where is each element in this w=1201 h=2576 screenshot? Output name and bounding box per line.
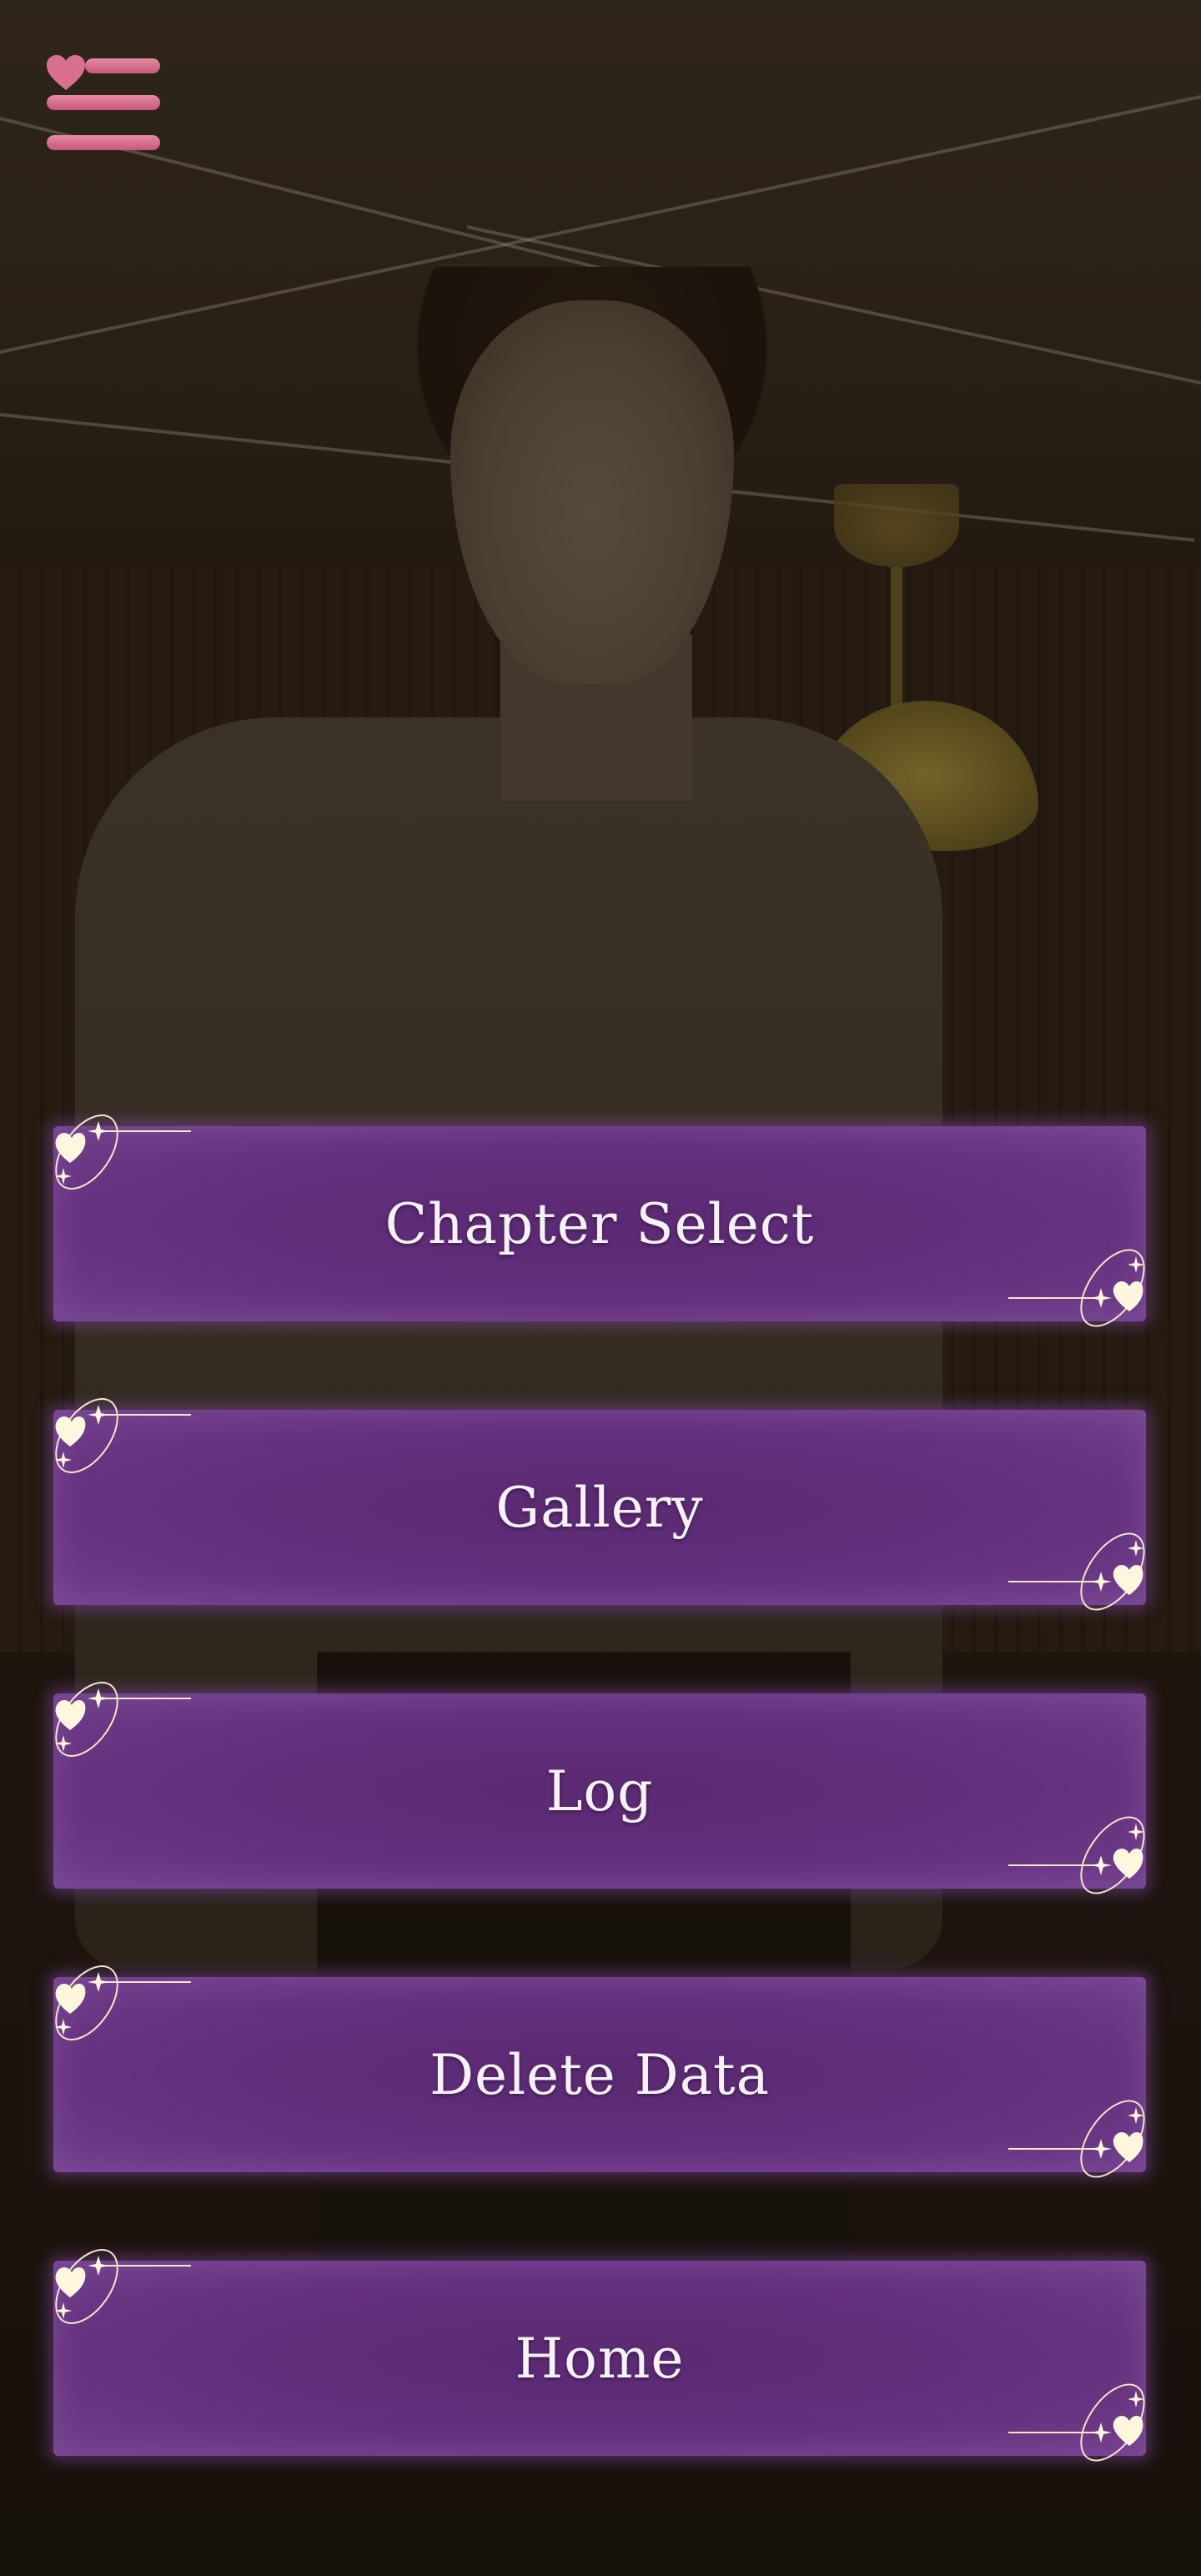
heart-sparkle-icon xyxy=(1008,2383,1145,2462)
heart-sparkle-icon xyxy=(1008,2100,1145,2178)
home-button[interactable]: Home xyxy=(53,2249,1146,2462)
heart-sparkle-icon xyxy=(55,1965,191,2040)
menu-item-label: Chapter Select xyxy=(384,1191,815,1256)
menu-line xyxy=(47,95,160,110)
menu-item-label: Gallery xyxy=(495,1475,704,1540)
heart-sparkle-icon xyxy=(55,1398,191,1473)
heart-sparkle-icon xyxy=(1008,1249,1145,1327)
main-menu: Chapter Select Gallery Log Delete Data H… xyxy=(53,1114,1146,2544)
heart-sparkle-icon xyxy=(55,2249,191,2324)
menu-line xyxy=(85,58,160,73)
hamburger-heart-icon xyxy=(47,55,85,90)
heart-sparkle-icon xyxy=(1008,1532,1145,1611)
menu-item-label: Home xyxy=(515,2326,685,2391)
heart-sparkle-icon xyxy=(1008,1816,1145,1894)
menu-line xyxy=(47,135,160,150)
gallery-button[interactable]: Gallery xyxy=(53,1398,1146,1611)
log-button[interactable]: Log xyxy=(53,1682,1146,1894)
menu-button[interactable] xyxy=(42,48,167,157)
chapter-select-button[interactable]: Chapter Select xyxy=(53,1114,1146,1327)
delete-data-button[interactable]: Delete Data xyxy=(53,1965,1146,2178)
menu-item-label: Log xyxy=(545,1758,654,1824)
heart-sparkle-icon xyxy=(55,1114,191,1190)
heart-sparkle-icon xyxy=(55,1682,191,1757)
menu-item-label: Delete Data xyxy=(430,2042,770,2107)
